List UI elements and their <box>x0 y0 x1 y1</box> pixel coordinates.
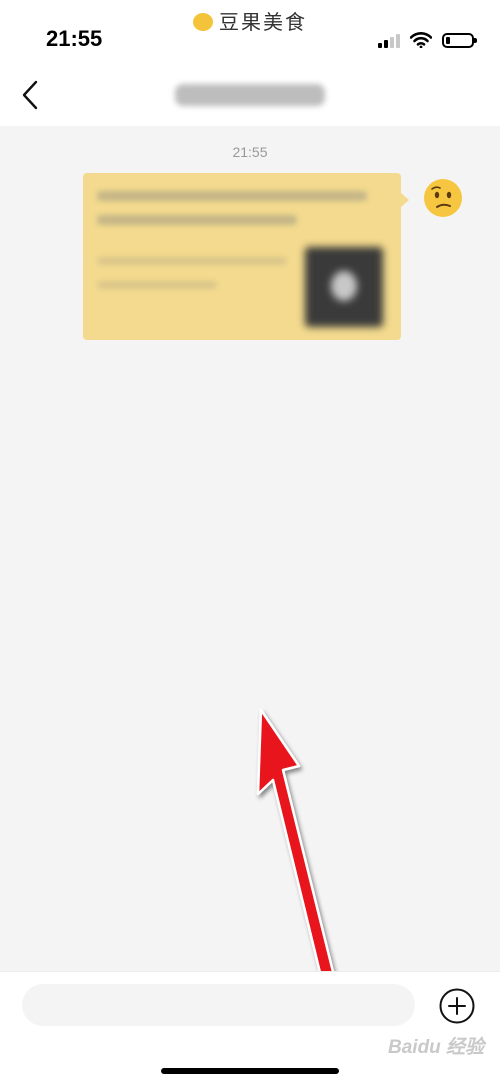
message-timestamp: 21:55 <box>232 144 268 160</box>
battery-level <box>446 36 450 44</box>
status-time: 21:55 <box>46 26 103 51</box>
home-indicator[interactable] <box>161 1068 339 1074</box>
status-bar: 豆果美食 21:55 <box>0 0 500 64</box>
recipe-thumbnail <box>305 247 383 327</box>
conversation-title-blurred <box>175 84 325 106</box>
chat-area[interactable]: 21:55 <box>0 126 500 971</box>
plus-circle-icon[interactable] <box>439 988 475 1024</box>
chevron-left-icon <box>22 80 38 110</box>
message-input[interactable] <box>22 984 415 1026</box>
back-button[interactable] <box>12 76 48 114</box>
corner-watermark: Baidu 经验 <box>388 1037 485 1058</box>
battery-icon <box>442 32 477 48</box>
wifi-icon <box>410 32 432 48</box>
input-bar: Baidu 经验 <box>0 971 500 1084</box>
cellular-signal-icon <box>378 32 400 48</box>
nav-bar <box>0 64 500 126</box>
shared-recipe-card-bubble[interactable] <box>83 173 409 340</box>
watermark-text: 豆果美食 <box>219 12 307 34</box>
status-icons <box>378 29 477 51</box>
confused-face-emoji <box>424 179 462 217</box>
fruit-logo-icon <box>193 13 213 31</box>
